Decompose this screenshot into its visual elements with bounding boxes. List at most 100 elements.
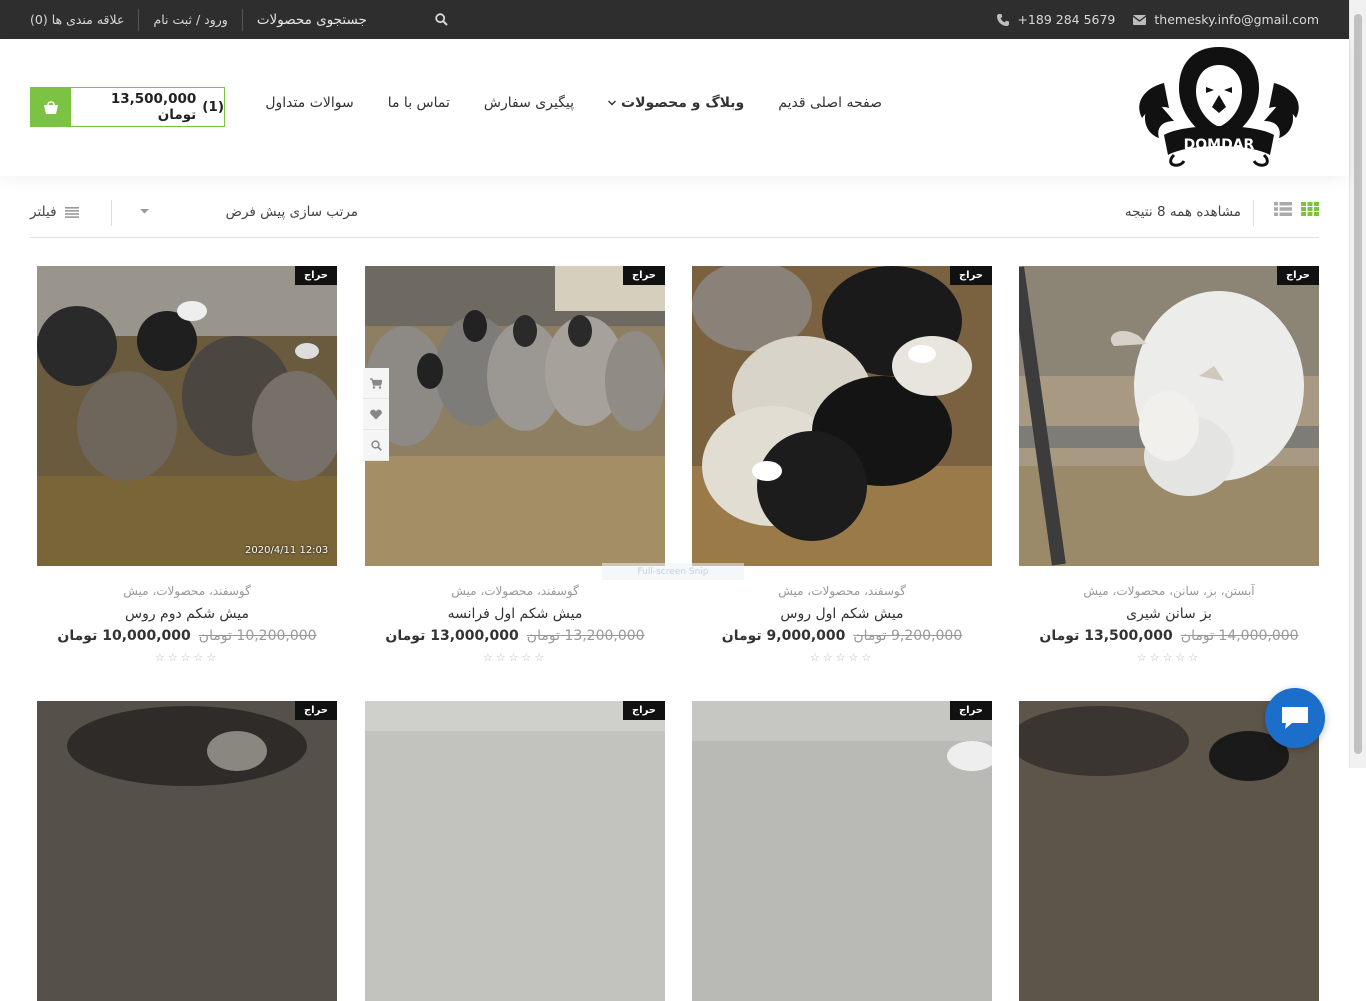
nav-item-faq[interactable]: سوالات متداول xyxy=(265,95,353,111)
product-card[interactable]: حراج گوسفند، محصولات، میش میش شکم اول فر… xyxy=(365,266,665,664)
domdar-logo[interactable]: DOMDAR xyxy=(1134,43,1304,171)
quick-view-button[interactable] xyxy=(363,430,389,461)
nav-item-old-home[interactable]: صفحه اصلی قدیم xyxy=(778,95,882,111)
product-price: 13,200,000 تومان 13,000,000 تومان xyxy=(365,628,665,644)
product-image[interactable]: حراج xyxy=(692,266,992,566)
cart-icon xyxy=(370,377,382,389)
product-name[interactable]: میش شکم دوم روس xyxy=(37,606,337,622)
phone-contact[interactable]: +189 284 5679 xyxy=(997,12,1115,27)
sale-badge: حراج xyxy=(294,701,337,720)
product-categories[interactable]: گوسفند، محصولات، میش xyxy=(365,584,665,598)
product-price: 10,200,000 تومان 10,000,000 تومان xyxy=(37,628,337,644)
scrollbar-thumb[interactable] xyxy=(1354,14,1362,754)
phone-text: +189 284 5679 xyxy=(1017,12,1116,27)
product-card[interactable]: حراج آبستن، بز، سانن، محصولات، میش بز سا… xyxy=(1019,266,1319,664)
add-to-wishlist-button[interactable] xyxy=(363,399,389,430)
product-card[interactable]: حراج xyxy=(37,701,337,1001)
product-card[interactable]: حراج گوسفند، محصولات، میش میش شکم اول رو… xyxy=(692,266,992,664)
list-icon[interactable] xyxy=(1274,202,1292,216)
filter-label: فیلتر xyxy=(30,204,57,220)
product-card[interactable]: حراج xyxy=(365,701,665,1001)
cart-count: (1) xyxy=(202,99,224,115)
heart-icon xyxy=(370,409,382,419)
chat-button[interactable] xyxy=(1265,688,1325,748)
product-categories[interactable]: آبستن، بز، سانن، محصولات، میش xyxy=(1019,584,1319,598)
sort-value: مرتب سازی پیش فرض xyxy=(225,204,358,220)
product-name[interactable]: بز سانن شیری xyxy=(1019,606,1319,622)
sale-badge: حراج xyxy=(294,266,337,285)
sale-badge: حراج xyxy=(1276,266,1319,285)
divider xyxy=(1253,200,1254,226)
rating-stars: ☆☆☆☆☆ xyxy=(154,651,220,664)
product-name[interactable]: میش شکم اول فرانسه xyxy=(365,606,665,622)
product-image[interactable]: حراج xyxy=(1019,701,1319,1001)
result-count: مشاهده همه 8 نتیجه xyxy=(1124,204,1241,220)
photo-timestamp: 2020/4/11 12:03 xyxy=(245,545,329,556)
chat-icon xyxy=(1282,707,1308,729)
product-image[interactable]: حراج xyxy=(692,701,992,1001)
old-price: 9,200,000 تومان xyxy=(853,628,963,644)
top-tools: علاقه مندی ها (0) ورود / ثبت نام جستجوی … xyxy=(30,0,448,39)
rating-stars: ☆☆☆☆☆ xyxy=(1136,651,1202,664)
product-categories[interactable]: گوسفند، محصولات، میش xyxy=(37,584,337,598)
product-image[interactable]: حراج xyxy=(365,701,665,1001)
nav-item-blog-products[interactable]: وبلاگ و محصولات xyxy=(608,95,744,111)
wishlist-link[interactable]: علاقه مندی ها (0) xyxy=(30,12,124,27)
sale-badge: حراج xyxy=(622,701,665,720)
divider xyxy=(138,8,140,31)
product-image[interactable]: حراج xyxy=(365,266,665,566)
email-text: themesky.info@gmail.com xyxy=(1154,12,1319,27)
sale-price: 9,000,000 تومان xyxy=(721,628,846,644)
cart-total: 13,500,000 تومان xyxy=(110,91,197,123)
nav-item-order-tracking[interactable]: پیگیری سفارش xyxy=(484,95,574,111)
phone-icon xyxy=(997,13,1010,26)
filter-button[interactable]: فیلتر xyxy=(30,204,79,220)
caret-down-icon xyxy=(140,209,149,214)
sale-badge: حراج xyxy=(622,266,665,285)
product-name[interactable]: میش شکم اول روس xyxy=(692,606,992,622)
sale-price: 10,000,000 تومان xyxy=(57,628,191,644)
product-price: 9,200,000 تومان 9,000,000 تومان xyxy=(692,628,992,644)
email-contact[interactable]: themesky.info@gmail.com xyxy=(1133,12,1319,27)
sort-select[interactable]: مرتب سازی پیش فرض xyxy=(140,204,358,220)
rating-stars: ☆☆☆☆☆ xyxy=(809,651,875,664)
cart-button[interactable]: (1) 13,500,000 تومان xyxy=(30,87,225,127)
grid-icon[interactable] xyxy=(1301,202,1319,216)
page-scrollbar[interactable] xyxy=(1349,0,1366,768)
search-products-link[interactable]: جستجوی محصولات xyxy=(257,12,367,28)
view-switcher xyxy=(1274,202,1319,216)
product-categories[interactable]: گوسفند، محصولات، میش xyxy=(692,584,992,598)
nav-item-contact[interactable]: تماس با ما xyxy=(388,95,450,111)
add-to-cart-button[interactable] xyxy=(363,368,389,399)
sale-price: 13,500,000 تومان xyxy=(1039,628,1173,644)
old-price: 13,200,000 تومان xyxy=(526,628,645,644)
old-price: 10,200,000 تومان xyxy=(198,628,317,644)
search-icon xyxy=(370,439,382,451)
logo-text: DOMDAR xyxy=(1184,137,1255,153)
sale-price: 13,000,000 تومان xyxy=(385,628,519,644)
sale-badge: حراج xyxy=(949,266,992,285)
divider xyxy=(241,8,243,31)
old-price: 14,000,000 تومان xyxy=(1180,628,1299,644)
filter-icon xyxy=(64,206,79,218)
envelope-icon xyxy=(1133,14,1147,25)
product-image[interactable]: حراج xyxy=(1019,266,1319,566)
product-price: 14,000,000 تومان 13,500,000 تومان xyxy=(1019,628,1319,644)
site-header: DOMDAR صفحه اصلی قدیم وبلاگ و محصولات پی… xyxy=(0,39,1349,176)
product-image[interactable]: حراج 2020/4/11 12:03 xyxy=(37,266,337,566)
contact-info: themesky.info@gmail.com +189 284 5679 xyxy=(997,0,1319,39)
bag-icon xyxy=(31,88,71,126)
product-card[interactable]: حراج xyxy=(1019,701,1319,1001)
search-icon[interactable] xyxy=(435,13,448,26)
nav-item-label: وبلاگ و محصولات xyxy=(621,95,745,111)
divider xyxy=(111,200,112,226)
sale-badge: حراج xyxy=(949,701,992,720)
product-image[interactable]: حراج xyxy=(37,701,337,1001)
top-bar: themesky.info@gmail.com +189 284 5679 عل… xyxy=(0,0,1349,39)
product-card[interactable]: حراج xyxy=(692,701,992,1001)
snip-overlay: Full-screen Snip xyxy=(602,563,744,580)
product-card[interactable]: حراج 2020/4/11 12:03 گوسفند، محصولات، می… xyxy=(37,266,337,664)
chevron-down-icon xyxy=(608,100,617,106)
login-register-link[interactable]: ورود / ثبت نام xyxy=(153,12,227,27)
product-quick-actions xyxy=(363,368,389,461)
